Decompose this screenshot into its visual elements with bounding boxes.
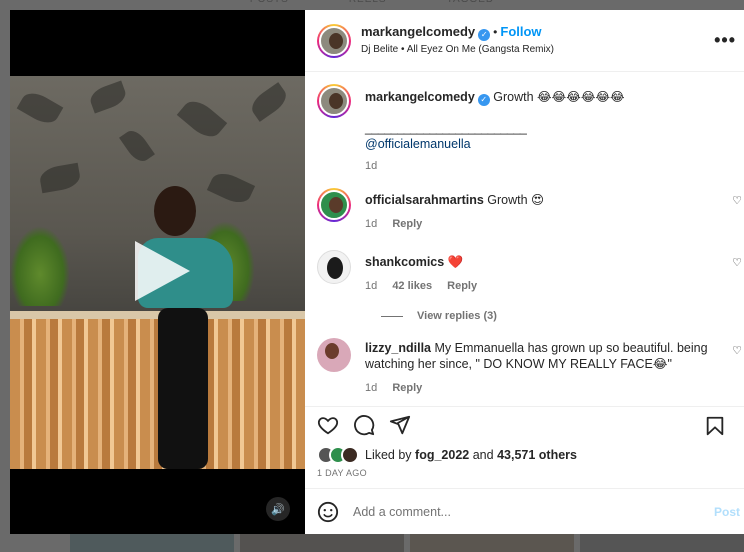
person-head bbox=[154, 186, 196, 236]
thumbnail[interactable] bbox=[240, 532, 404, 552]
like-comment-heart-icon[interactable]: ♡ bbox=[732, 194, 742, 207]
thumbnail[interactable] bbox=[580, 532, 744, 552]
commenter-avatar[interactable] bbox=[317, 250, 351, 284]
comment-username[interactable]: officialsarahmartins bbox=[365, 193, 484, 207]
like-comment-heart-icon[interactable]: ♡ bbox=[732, 344, 742, 357]
caption-username[interactable]: markangelcomedy bbox=[365, 90, 475, 104]
likes-summary: Liked by fog_2022 and 43,571 others bbox=[305, 442, 744, 466]
play-icon[interactable] bbox=[135, 241, 190, 301]
wallpaper-leaf bbox=[87, 80, 129, 114]
wallpaper-leaf bbox=[16, 87, 64, 129]
person-pants bbox=[158, 308, 208, 469]
comment-time[interactable]: 1d bbox=[365, 218, 377, 230]
post-header: markangelcomedy ✓ • Follow Dj Belite • All … bbox=[305, 10, 744, 72]
comment-text: ❤️ bbox=[447, 255, 464, 269]
verified-badge-icon: ✓ bbox=[477, 94, 490, 106]
share-paper-plane-icon[interactable] bbox=[389, 414, 411, 436]
wallpaper-leaf bbox=[176, 94, 228, 144]
background-thumbnails bbox=[70, 532, 744, 552]
verified-badge-icon: ✓ bbox=[478, 29, 491, 41]
reply-button[interactable]: Reply bbox=[392, 218, 422, 230]
author-username[interactable]: markangelcomedy bbox=[361, 24, 475, 39]
plant bbox=[10, 226, 70, 306]
caption-text: Growth 😂😂😂😂😂😂 bbox=[493, 90, 625, 104]
tab-posts[interactable]: POSTS bbox=[250, 0, 289, 8]
liked-by-user[interactable]: fog_2022 bbox=[415, 448, 469, 462]
comments-section[interactable]: markangelcomedy ✓ Growth 😂😂😂😂😂😂 _________… bbox=[305, 72, 744, 406]
wallpaper-leaf bbox=[38, 162, 82, 194]
post-details-panel: markangelcomedy ✓ • Follow Dj Belite • All … bbox=[305, 10, 744, 534]
person-figure bbox=[130, 186, 250, 469]
caption-time[interactable]: 1d bbox=[365, 160, 377, 172]
follow-button[interactable]: Follow bbox=[500, 24, 541, 39]
volume-icon[interactable]: 🔊 bbox=[266, 497, 290, 521]
view-replies-label: View replies (3) bbox=[417, 310, 497, 322]
comment-time[interactable]: 1d bbox=[365, 382, 377, 394]
comment-likes[interactable]: 42 likes bbox=[392, 280, 432, 292]
comment-time[interactable]: 1d bbox=[365, 280, 377, 292]
like-comment-heart-icon[interactable]: ♡ bbox=[732, 256, 742, 269]
tab-tagged[interactable]: TAGGED bbox=[447, 0, 494, 8]
more-options-icon[interactable]: ••• bbox=[714, 30, 736, 51]
caption-divider: _________________________ bbox=[365, 121, 527, 135]
wallpaper-leaf bbox=[119, 126, 155, 166]
reply-button[interactable]: Reply bbox=[447, 280, 477, 292]
comment-username[interactable]: lizzy_ndilla bbox=[365, 341, 431, 355]
comment-username[interactable]: shankcomics bbox=[365, 255, 444, 269]
audio-track-link[interactable]: Dj Belite • All Eyez On Me (Gangsta Remi… bbox=[361, 41, 554, 58]
action-bar bbox=[305, 406, 744, 442]
author-avatar[interactable] bbox=[317, 23, 351, 58]
caption-avatar[interactable] bbox=[317, 84, 351, 118]
mention-link[interactable]: @officialemanuella bbox=[365, 136, 720, 152]
tab-reels[interactable]: REELS bbox=[349, 0, 387, 8]
liker-avatar[interactable] bbox=[341, 446, 359, 464]
separator-dot: • bbox=[493, 25, 498, 39]
reply-button[interactable]: Reply bbox=[392, 382, 422, 394]
liked-by-middle: and bbox=[472, 448, 494, 462]
reel-media[interactable]: 🔊 bbox=[10, 10, 305, 534]
comment-bubble-icon[interactable] bbox=[353, 414, 375, 436]
profile-tabs: POSTS REELS TAGGED bbox=[0, 0, 744, 8]
emoji-smiley-icon[interactable] bbox=[317, 501, 339, 523]
post-modal: 🔊 markangelcomedy ✓ • Follow Dj Belite • Al… bbox=[10, 10, 744, 534]
like-heart-icon[interactable] bbox=[317, 414, 339, 436]
view-replies-button[interactable]: View replies (3) bbox=[381, 310, 744, 322]
thumbnail[interactable] bbox=[70, 532, 234, 552]
video-frame[interactable] bbox=[10, 76, 305, 469]
replies-line bbox=[381, 315, 403, 317]
comment: officialsarahmartins Growth 😍 1d Reply ♡ bbox=[317, 188, 744, 232]
commenter-avatar[interactable] bbox=[317, 338, 351, 372]
comment-text: Growth 😍 bbox=[487, 193, 545, 207]
commenter-avatar[interactable] bbox=[317, 188, 351, 222]
liked-by-count[interactable]: 43,571 others bbox=[497, 448, 577, 462]
post-comment-button[interactable]: Post bbox=[714, 505, 740, 519]
comment-input[interactable]: Add a comment... bbox=[353, 505, 451, 519]
caption: markangelcomedy ✓ Growth 😂😂😂😂😂😂 _________… bbox=[317, 84, 744, 174]
comment-composer: Add a comment... Post bbox=[305, 488, 744, 534]
comment: shankcomics ❤️ 1d 42 likes Reply ♡ bbox=[317, 250, 744, 294]
save-bookmark-icon[interactable] bbox=[704, 415, 726, 437]
thumbnail[interactable] bbox=[410, 532, 574, 552]
wallpaper-leaf bbox=[247, 82, 291, 122]
comment: lizzy_ndilla My Emmanuella has grown up … bbox=[317, 338, 744, 396]
post-date[interactable]: 1 DAY AGO bbox=[305, 466, 744, 488]
liked-by-prefix: Liked by bbox=[365, 448, 412, 462]
